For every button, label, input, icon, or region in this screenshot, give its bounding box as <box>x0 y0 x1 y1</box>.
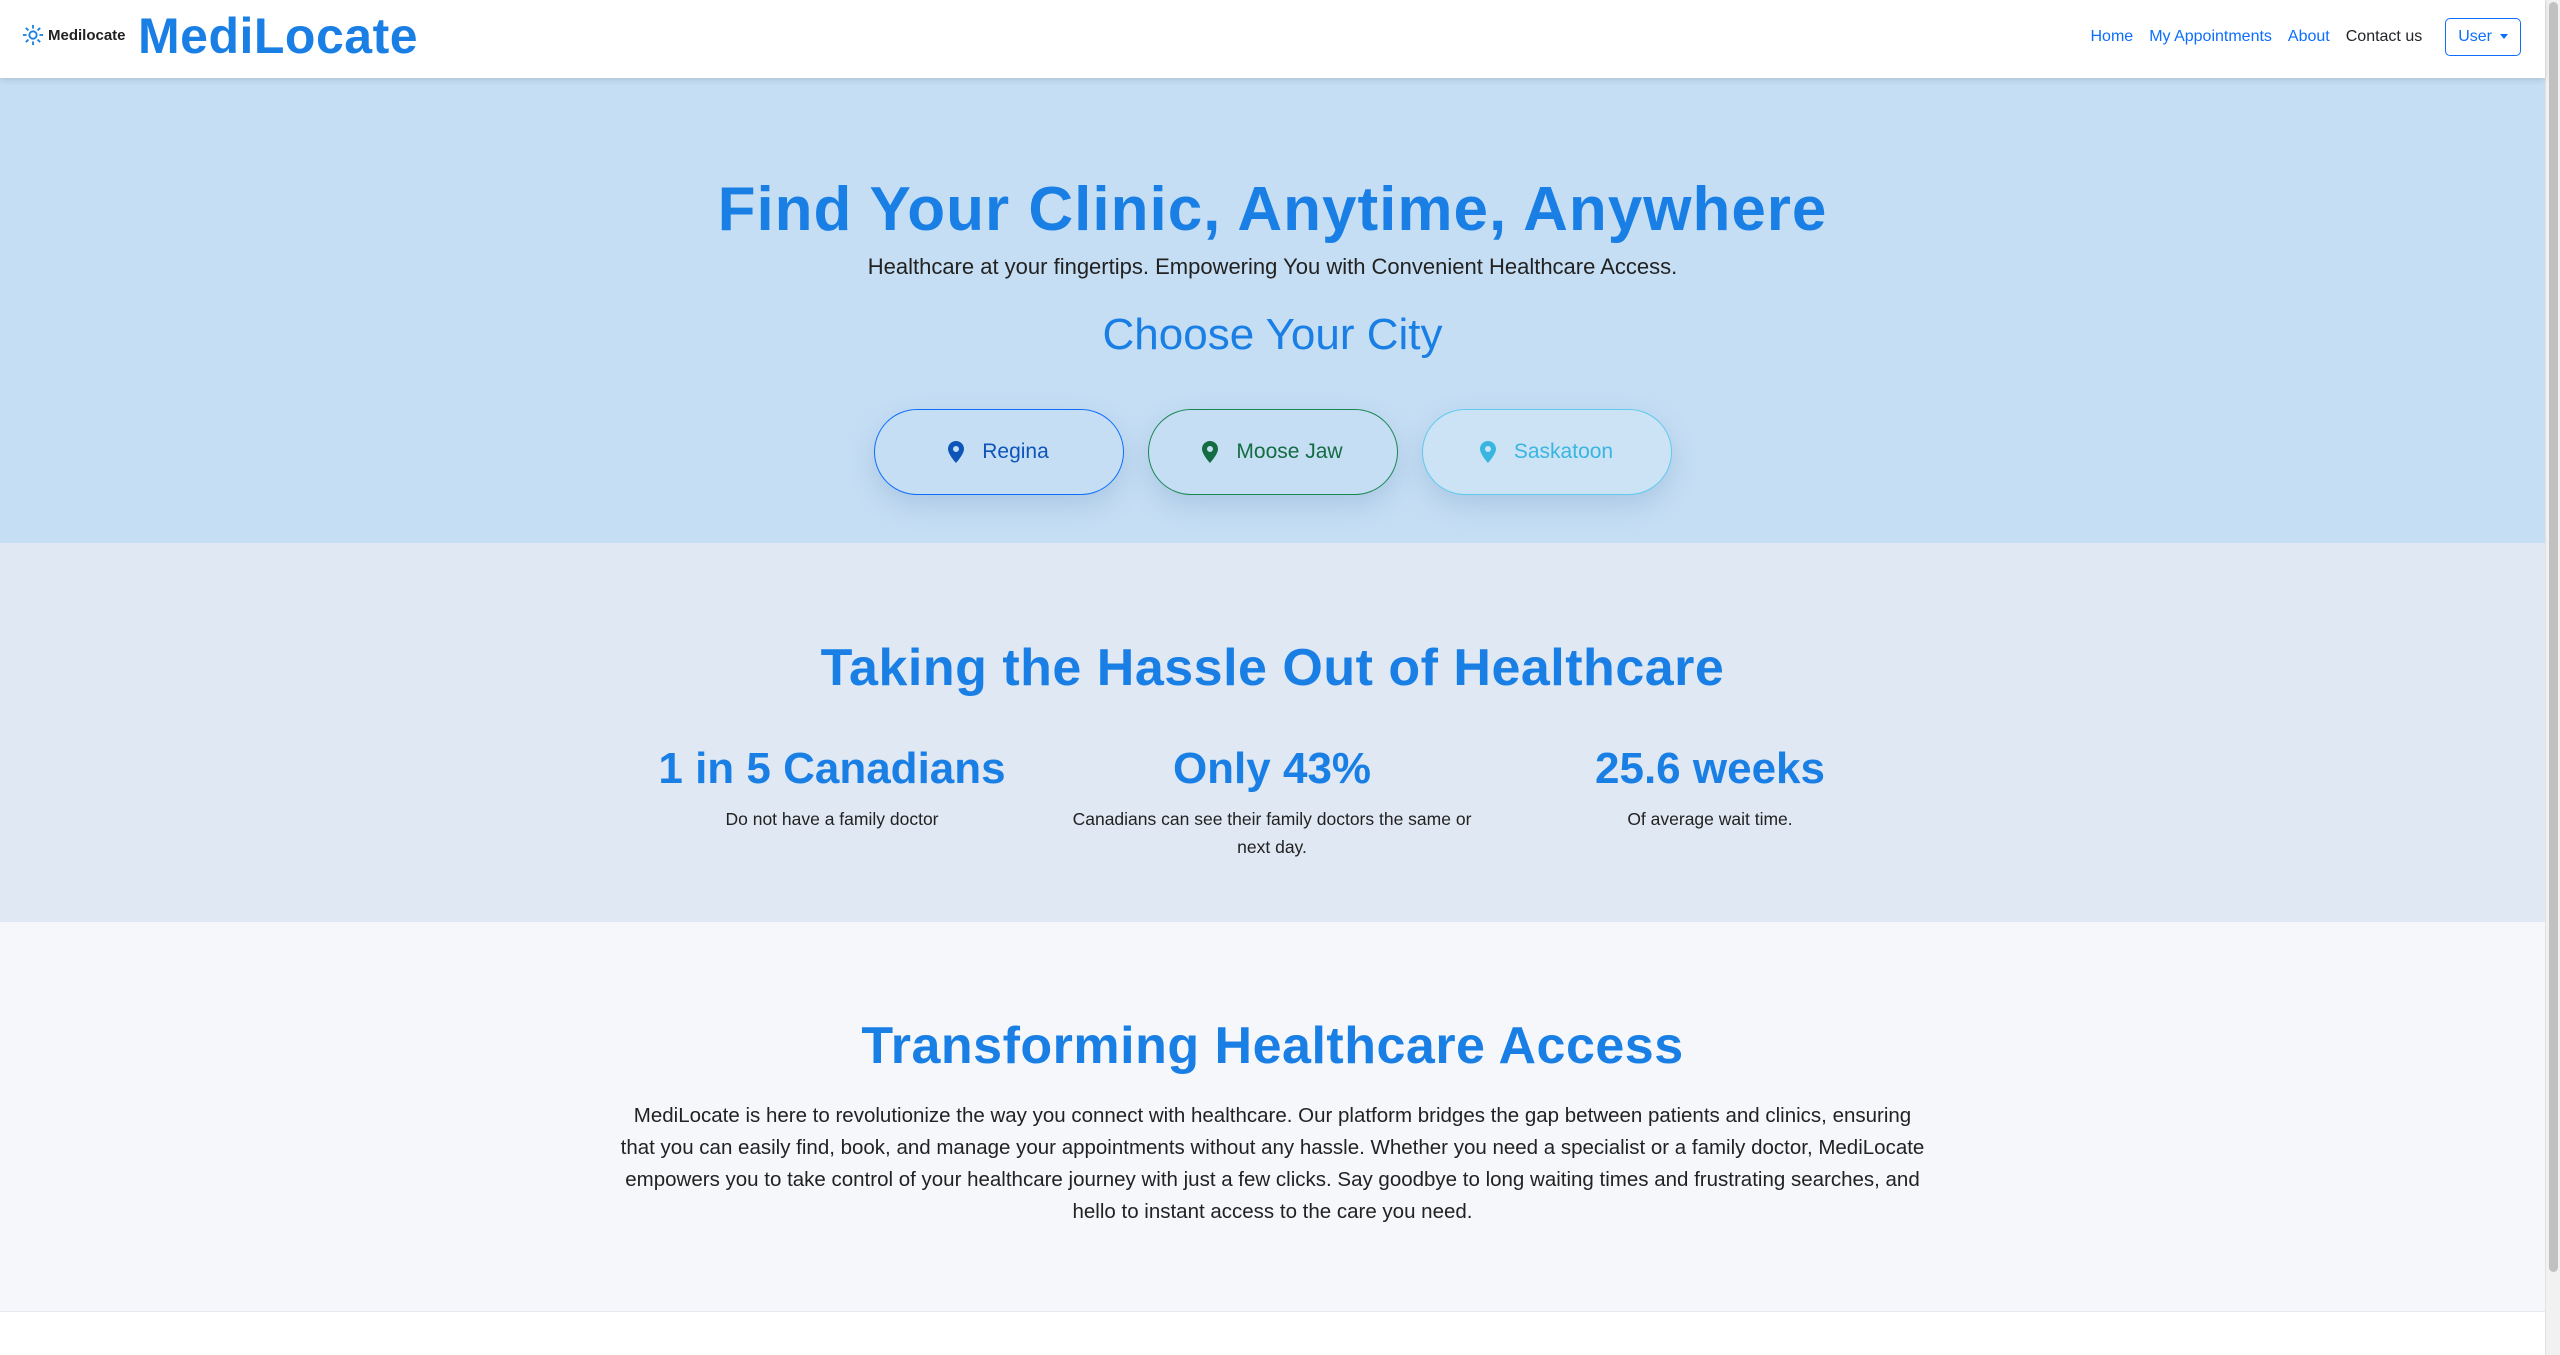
city-buttons: Regina Moose Jaw Saskatoon <box>0 409 2545 495</box>
stat-description: Of average wait time. <box>1627 809 1793 829</box>
map-pin-icon <box>948 441 965 463</box>
navbar: Medilocate MediLocate Home My Appointmen… <box>0 0 2545 78</box>
map-pin-icon <box>1479 441 1496 463</box>
choose-city-heading: Choose Your City <box>1102 310 1443 359</box>
stat-item: Only 43% Canadians can see their family … <box>1062 743 1482 861</box>
stat-description: Do not have a family doctor <box>725 809 939 829</box>
page-bottom <box>0 1312 2545 1355</box>
hero-subtitle: Healthcare at your fingertips. Empowerin… <box>867 254 1678 279</box>
stat-value: 25.6 weeks <box>1595 744 1825 793</box>
brand-name[interactable]: MediLocate <box>138 5 418 67</box>
transform-body: MediLocate is here to revolutionize the … <box>620 1104 1925 1223</box>
city-button-regina[interactable]: Regina <box>873 409 1124 495</box>
city-button-moose-jaw[interactable]: Moose Jaw <box>1147 409 1398 495</box>
nav-link-about[interactable]: About <box>2280 19 2338 55</box>
scrollbar-thumb[interactable] <box>2549 2 2558 1272</box>
transform-section: Transforming Healthcare Access MediLocat… <box>0 922 2545 1312</box>
gear-icon <box>22 24 44 46</box>
user-button-label: User <box>2458 28 2492 45</box>
user-dropdown-button[interactable]: User <box>2445 18 2521 56</box>
caret-down-icon <box>2500 33 2508 39</box>
stats-title: Taking the Hassle Out of Healthcare <box>820 639 1725 697</box>
page: Medilocate MediLocate Home My Appointmen… <box>0 0 2560 1355</box>
stat-description: Canadians can see their family doctors t… <box>1072 809 1472 857</box>
city-label-saskatoon: Saskatoon <box>1513 440 1614 463</box>
city-button-saskatoon[interactable]: Saskatoon <box>1421 409 1672 495</box>
nav-links: Home My Appointments About Contact us Us… <box>2083 18 2521 56</box>
stat-value: Only 43% <box>1172 744 1372 793</box>
stat-value: 1 in 5 Canadians <box>658 744 1006 793</box>
stat-item: 1 in 5 Canadians Do not have a family do… <box>622 743 1042 833</box>
stats-section: Taking the Hassle Out of Healthcare 1 in… <box>0 543 2545 922</box>
city-label-regina: Regina <box>982 440 1049 463</box>
logo-text: Medilocate <box>48 26 126 44</box>
hero-section: Find Your Clinic, Anytime, Anywhere Heal… <box>0 78 2545 543</box>
map-pin-icon <box>1202 441 1219 463</box>
vertical-scrollbar[interactable] <box>2545 0 2560 1355</box>
nav-link-contact-us[interactable]: Contact us <box>2338 19 2430 55</box>
hero-title: Find Your Clinic, Anytime, Anywhere <box>717 175 1828 244</box>
transform-title: Transforming Healthcare Access <box>861 1017 1684 1075</box>
brand-logo[interactable]: Medilocate <box>22 22 126 48</box>
stat-item: 25.6 weeks Of average wait time. <box>1500 743 1920 833</box>
nav-link-my-appointments[interactable]: My Appointments <box>2141 19 2280 55</box>
nav-link-home[interactable]: Home <box>2083 19 2142 55</box>
city-label-moose-jaw: Moose Jaw <box>1236 440 1343 463</box>
